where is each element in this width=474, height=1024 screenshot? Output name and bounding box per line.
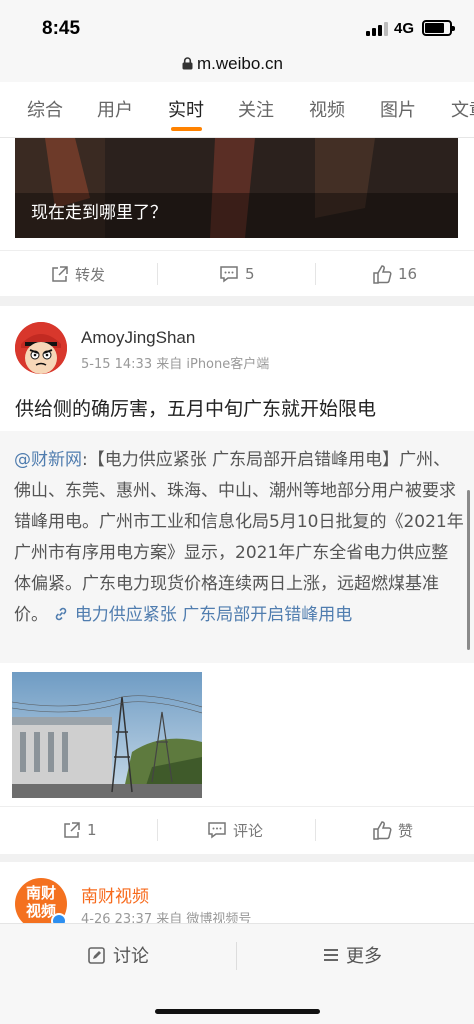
comment-label: 评论 xyxy=(233,821,264,840)
post-card: 南财视频 南财视频 4-26 23:37 来自 微博视频号 xyxy=(0,862,474,930)
active-tab-indicator xyxy=(171,127,202,131)
repost-block[interactable]: @财新网:【电力供应紧张 广东局部开启错峰用电】广州、佛山、东莞、惠州、珠海、中… xyxy=(0,431,474,663)
comment-button[interactable]: 评论 xyxy=(207,807,263,853)
lock-icon xyxy=(182,57,193,70)
tab-all[interactable]: 综合 xyxy=(27,96,63,122)
comment-count: 5 xyxy=(245,265,255,283)
thumbs-up-icon xyxy=(373,820,392,840)
post-card: 现在走到哪里了？ 转发 5 16 xyxy=(0,138,474,296)
post-text: 供给侧的确厉害，五月中旬广东就开始限电 xyxy=(15,398,377,420)
divider xyxy=(236,942,237,970)
more-button[interactable]: 更多 xyxy=(324,942,382,968)
action-row: 转发 5 16 xyxy=(0,250,474,296)
comment-icon xyxy=(208,822,226,839)
post-card: AmoyJingShan 5-15 14:33 来自 iPhone客户端 供给侧… xyxy=(0,306,474,854)
mention-link[interactable]: @财新网 xyxy=(14,450,82,470)
repost-count: 1 xyxy=(87,821,97,839)
topic-link[interactable]: 电力供应紧张 广东局部开启错峰用电 xyxy=(48,605,352,625)
network-type: 4G xyxy=(394,20,415,37)
discuss-button[interactable]: 讨论 xyxy=(88,942,149,968)
discuss-label: 讨论 xyxy=(113,946,149,967)
comment-button[interactable]: 5 xyxy=(219,251,255,297)
battery-icon xyxy=(422,20,455,36)
tab-following[interactable]: 关注 xyxy=(238,96,274,122)
tab-video[interactable]: 视频 xyxy=(309,96,345,122)
comment-icon xyxy=(220,266,238,283)
menu-icon xyxy=(324,949,338,961)
avatar[interactable] xyxy=(15,322,67,374)
like-label: 赞 xyxy=(398,821,414,840)
repost-button[interactable]: 转发 xyxy=(50,251,105,297)
repost-label: 转发 xyxy=(75,265,106,284)
cartoon-avatar-image xyxy=(15,322,67,374)
tab-realtime[interactable]: 实时 xyxy=(168,96,204,122)
more-label: 更多 xyxy=(346,946,382,967)
author-name[interactable]: AmoyJingShan xyxy=(81,328,195,348)
topic-link-text: 电力供应紧张 广东局部开启错峰用电 xyxy=(74,605,353,625)
power-plant-image xyxy=(12,672,202,798)
browser-url-bar[interactable]: m.weibo.cn xyxy=(0,48,474,82)
home-indicator xyxy=(155,1009,320,1014)
repost-text: @财新网:【电力供应紧张 广东局部开启错峰用电】广州、佛山、东莞、惠州、珠海、中… xyxy=(14,445,464,631)
like-count: 16 xyxy=(398,265,418,283)
repost-body: 【电力供应紧张 广东局部开启错峰用电】广州、佛山、东莞、惠州、珠海、中山、潮州等… xyxy=(14,450,464,625)
news-photo[interactable] xyxy=(12,672,202,798)
post-meta: 5-15 14:33 来自 iPhone客户端 xyxy=(81,357,270,372)
tab-bar: 综合 用户 实时 关注 视频 图片 文章 xyxy=(0,82,474,138)
status-bar: 8:45 4G xyxy=(0,0,474,48)
like-button[interactable]: 16 xyxy=(372,251,417,297)
like-button[interactable]: 赞 xyxy=(372,807,413,853)
status-time: 8:45 xyxy=(42,18,81,39)
link-icon xyxy=(56,607,67,621)
video-caption: 现在走到哪里了？ xyxy=(31,203,167,223)
thumbs-up-icon xyxy=(373,264,392,284)
signal-icon xyxy=(366,22,388,36)
edit-icon xyxy=(88,946,105,964)
share-icon xyxy=(52,265,68,282)
video-frame-image xyxy=(15,138,458,238)
url-text: m.weibo.cn xyxy=(197,54,283,73)
author-name[interactable]: 南财视频 xyxy=(81,882,149,907)
scrollbar[interactable] xyxy=(467,490,470,650)
action-row: 1 评论 赞 xyxy=(0,806,474,852)
tab-users[interactable]: 用户 xyxy=(97,96,133,122)
share-icon xyxy=(64,821,80,838)
tab-articles[interactable]: 文章 xyxy=(451,96,474,122)
repost-button[interactable]: 1 xyxy=(62,807,97,853)
video-thumbnail[interactable]: 现在走到哪里了？ xyxy=(15,138,458,238)
tab-images[interactable]: 图片 xyxy=(380,96,416,122)
